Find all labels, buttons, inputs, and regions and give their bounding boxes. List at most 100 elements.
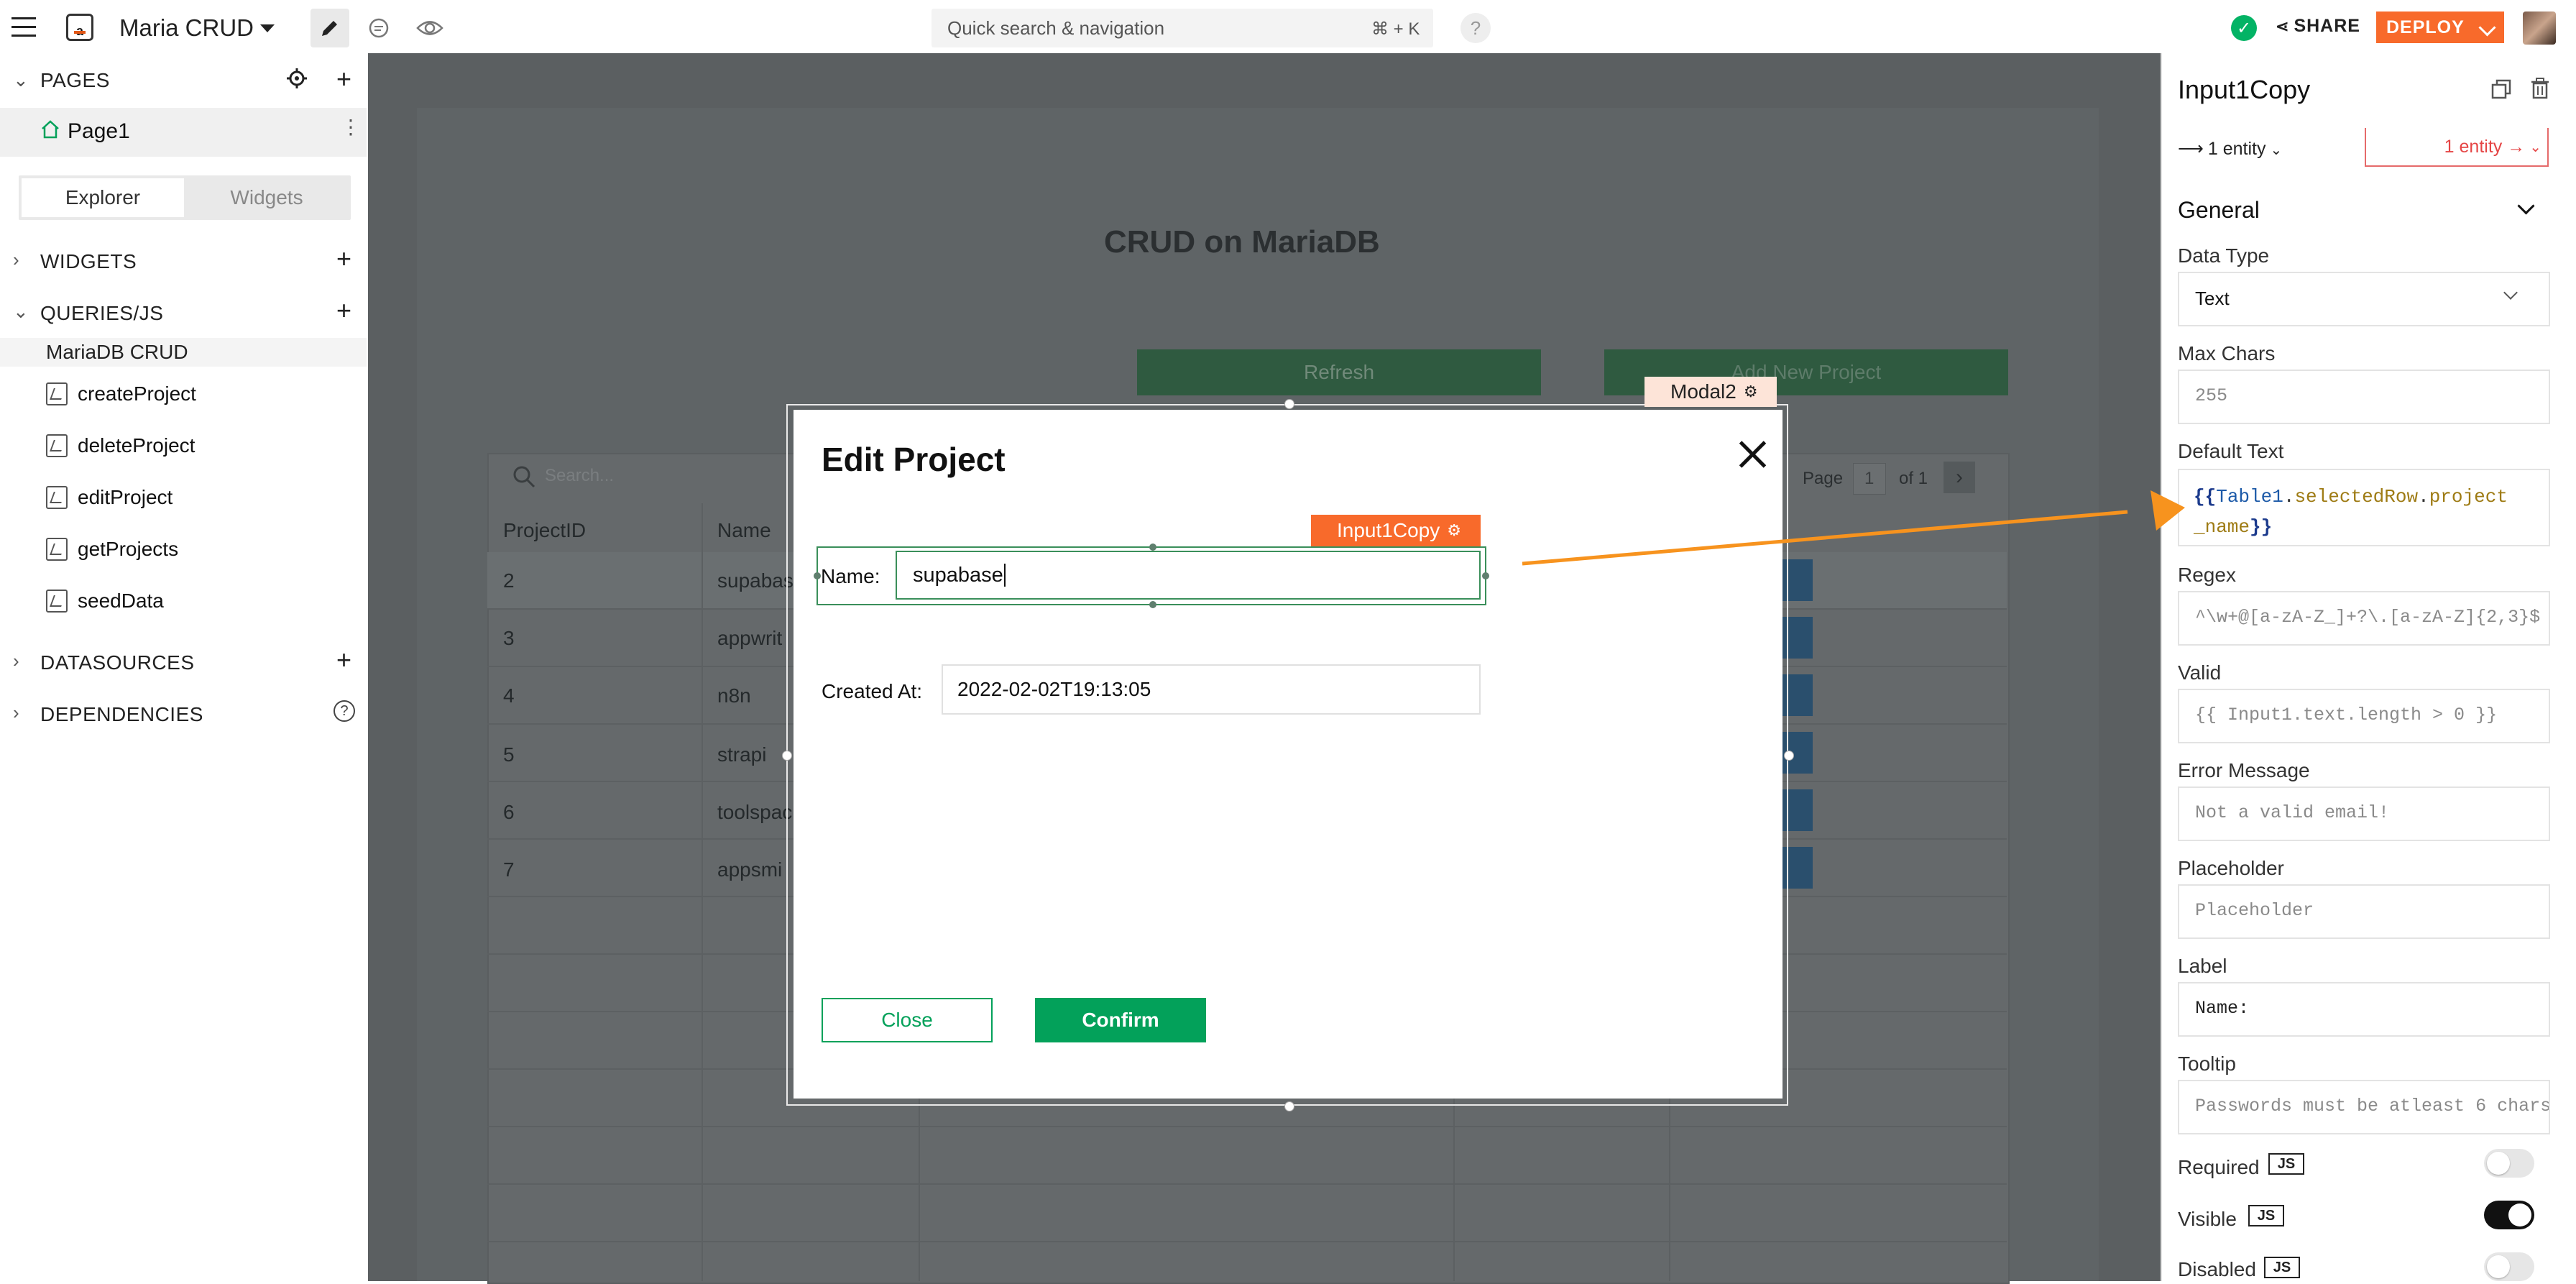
widgets-heading[interactable]: WIDGETS — [40, 250, 137, 273]
queries-collapse-chevron-icon[interactable]: ⌄ — [13, 301, 29, 323]
general-section-heading[interactable]: General — [2178, 197, 2260, 224]
table-column-divider — [702, 503, 703, 1281]
modal-resize-handle[interactable] — [1284, 1101, 1294, 1111]
input-widget-tag[interactable]: Input1Copy ⚙ — [1311, 515, 1481, 546]
input-resize-handle[interactable] — [1149, 544, 1156, 551]
outgoing-entities-dropdown[interactable]: 1 entity → ⌄ — [2365, 128, 2549, 167]
dependencies-expand-chevron-right-icon[interactable]: › — [13, 702, 19, 724]
saved-status-check-icon: ✓ — [2231, 15, 2257, 41]
error-message-input[interactable]: Not a valid email! — [2178, 787, 2550, 841]
app-menu-chevron-down-icon[interactable] — [260, 24, 275, 32]
share-icon: ⋖ — [2276, 17, 2290, 35]
tab-explorer[interactable]: Explorer — [22, 178, 184, 217]
regex-input[interactable]: ^\w+@[a-zA-Z_]+?\.[a-zA-Z]{2,3}$ — [2178, 591, 2550, 646]
preview-mode-button[interactable] — [415, 16, 444, 40]
refresh-button[interactable]: Refresh — [1137, 349, 1541, 395]
arrow-right-icon: ⟶ — [2178, 139, 2204, 159]
table-search-input[interactable]: Search... — [545, 466, 614, 486]
page-more-options-icon[interactable]: ⋮ — [341, 115, 361, 139]
code-token-property: _name — [2194, 516, 2250, 538]
input-resize-handle[interactable] — [1149, 601, 1156, 608]
name-field-label: Name: — [821, 565, 880, 587]
query-icon — [46, 590, 68, 613]
tooltip-label: Tooltip — [2178, 1053, 2236, 1075]
app-logo-icon[interactable]: a — [66, 14, 93, 41]
pages-heading: PAGES — [40, 69, 110, 91]
modal-tag-label: Modal2 — [1670, 380, 1736, 403]
name-input[interactable]: supabase — [896, 551, 1481, 600]
modal-widget-tag[interactable]: Modal2 ⚙ — [1644, 377, 1777, 407]
placeholder-input[interactable]: Placeholder — [2178, 884, 2550, 939]
widget-name-title[interactable]: Input1Copy — [2178, 75, 2310, 105]
incoming-entities-label: 1 entity — [2207, 139, 2266, 159]
visible-js-toggle[interactable]: JS — [2248, 1205, 2284, 1226]
placeholder-label: Placeholder — [2178, 857, 2284, 879]
modal-resize-handle[interactable] — [1784, 751, 1794, 761]
data-type-label: Data Type — [2178, 244, 2270, 267]
modal-resize-handle[interactable] — [1284, 399, 1294, 409]
help-button[interactable]: ? — [1460, 13, 1491, 43]
edit-mode-button[interactable] — [310, 9, 349, 47]
add-query-plus-icon[interactable]: + — [336, 298, 351, 324]
dependencies-help-icon[interactable]: ? — [334, 700, 355, 722]
table-cell-id: 2 — [503, 569, 515, 592]
required-js-toggle[interactable]: JS — [2268, 1153, 2304, 1175]
confirm-button[interactable]: Confirm — [1035, 998, 1206, 1042]
query-item[interactable]: createProject — [78, 382, 196, 405]
query-item[interactable]: seedData — [78, 590, 164, 613]
label-input[interactable]: Name: — [2178, 982, 2550, 1037]
pager-next-chevron-icon[interactable]: › — [1944, 462, 1975, 493]
disabled-js-toggle[interactable]: JS — [2264, 1257, 2300, 1278]
input-resize-handle[interactable] — [1482, 572, 1489, 579]
close-button[interactable]: Close — [822, 998, 993, 1042]
add-widget-plus-icon[interactable]: + — [336, 246, 351, 272]
query-item[interactable]: editProject — [78, 486, 172, 509]
data-type-select[interactable]: Text — [2178, 272, 2550, 326]
chevron-down-icon: ⌄ — [2529, 139, 2542, 155]
settings-gear-icon: ⚙ — [1743, 382, 1758, 400]
pager-label: Page — [1803, 469, 1844, 488]
valid-input[interactable]: {{ Input1.text.length > 0 }} — [2178, 689, 2550, 743]
pencil-icon — [322, 21, 337, 36]
visible-switch[interactable] — [2484, 1201, 2534, 1229]
query-icon — [46, 486, 68, 509]
default-text-code-input[interactable]: {{Table1.selectedRow.project _name}} — [2178, 469, 2550, 546]
query-item[interactable]: deleteProject — [78, 434, 195, 457]
modal-title: Edit Project — [822, 441, 1006, 478]
query-item[interactable]: getProjects — [78, 538, 178, 561]
user-avatar[interactable] — [2523, 12, 2556, 45]
incoming-entities-dropdown[interactable]: ⟶ 1 entity ⌄ — [2178, 138, 2282, 160]
copy-widget-icon[interactable] — [2491, 79, 2511, 103]
code-token-property: project — [2429, 486, 2508, 508]
tab-widgets[interactable]: Widgets — [185, 178, 348, 217]
page-settings-gear-icon[interactable] — [286, 68, 308, 93]
modal-resize-handle[interactable] — [782, 751, 792, 761]
eye-icon — [416, 21, 443, 35]
regex-label: Regex — [2178, 564, 2236, 586]
widgets-expand-chevron-right-icon[interactable]: › — [13, 249, 19, 271]
share-button[interactable]: ⋖ SHARE — [2276, 16, 2360, 37]
pages-collapse-chevron-icon[interactable]: ⌄ — [13, 69, 29, 91]
disabled-switch[interactable] — [2484, 1252, 2534, 1281]
queries-heading[interactable]: QUERIES/JS — [40, 302, 163, 325]
app-name[interactable]: Maria CRUD — [119, 14, 254, 42]
table-cell-id: 5 — [503, 743, 515, 766]
comment-mode-button[interactable] — [367, 16, 391, 40]
created-at-input[interactable]: 2022-02-02T19:13:05 — [942, 664, 1481, 715]
close-icon[interactable] — [1734, 436, 1771, 473]
page-name[interactable]: Page1 — [68, 119, 130, 144]
hamburger-menu-icon[interactable] — [12, 17, 36, 37]
table-cell-name: toolspac — [717, 801, 793, 823]
max-chars-input[interactable]: 255 — [2178, 370, 2550, 424]
dependencies-heading[interactable]: DEPENDENCIES — [40, 703, 203, 726]
delete-widget-trash-icon[interactable] — [2530, 78, 2550, 103]
datasources-expand-chevron-right-icon[interactable]: › — [13, 650, 19, 672]
datasources-heading[interactable]: DATASOURCES — [40, 651, 195, 674]
tooltip-input[interactable]: Passwords must be atleast 6 chars — [2178, 1080, 2550, 1134]
add-datasource-plus-icon[interactable]: + — [336, 647, 351, 673]
input-resize-handle[interactable] — [814, 572, 821, 579]
table-cell-name: supabas — [717, 569, 794, 592]
add-page-plus-icon[interactable]: + — [336, 66, 351, 92]
query-group-mariadb-crud[interactable]: MariaDB CRUD — [46, 341, 188, 364]
required-switch[interactable] — [2484, 1149, 2534, 1178]
